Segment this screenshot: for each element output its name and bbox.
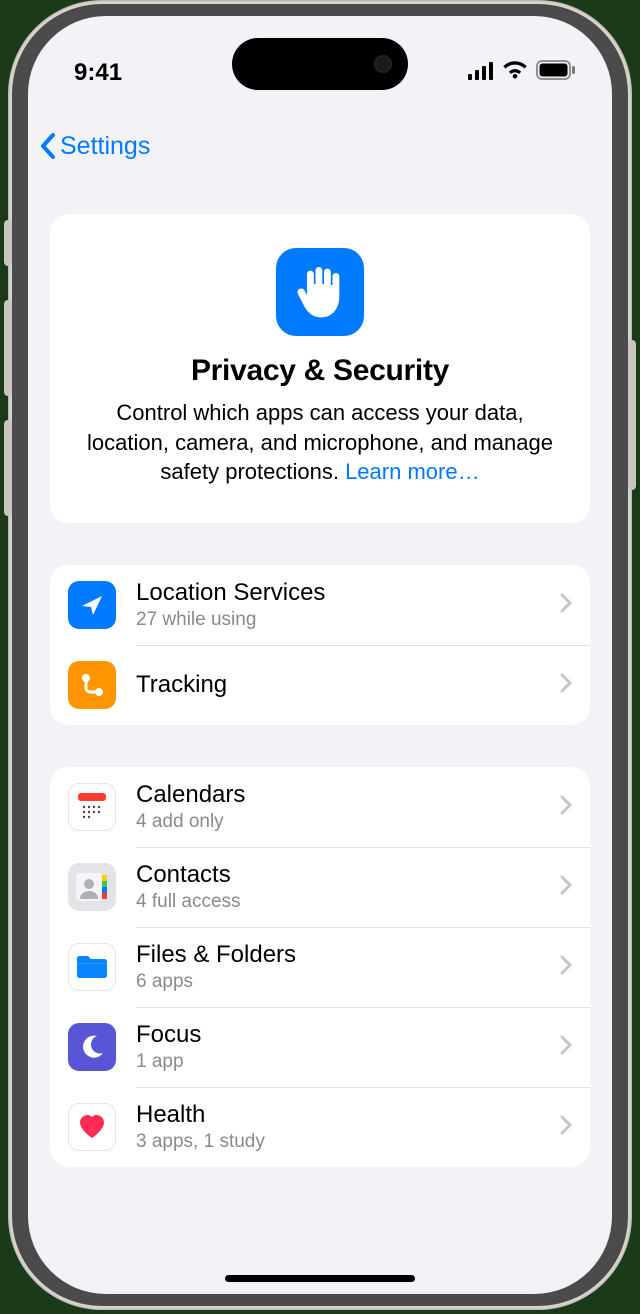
chevron-right-icon	[560, 1115, 572, 1140]
chevron-right-icon	[560, 1035, 572, 1060]
cellular-icon	[468, 59, 494, 87]
row-title: Files & Folders	[136, 941, 560, 970]
chevron-right-icon	[560, 673, 572, 698]
moon-icon	[68, 1023, 116, 1071]
device-frame: 9:41 Settings	[8, 0, 632, 1310]
chevron-right-icon	[560, 593, 572, 618]
row-tracking[interactable]: Tracking	[50, 645, 590, 725]
page-title: Privacy & Security	[78, 354, 562, 388]
learn-more-link[interactable]: Learn more…	[345, 459, 480, 484]
row-calendars[interactable]: Calendars 4 add only	[50, 767, 590, 847]
screen: 9:41 Settings	[28, 16, 612, 1294]
row-files-folders[interactable]: Files & Folders 6 apps	[50, 927, 590, 1007]
power-button	[628, 340, 636, 490]
chevron-right-icon	[560, 955, 572, 980]
group-location: Location Services 27 while using Trackin…	[50, 565, 590, 725]
page-description: Control which apps can access your data,…	[78, 398, 562, 487]
battery-icon	[536, 59, 576, 87]
home-indicator[interactable]	[225, 1275, 415, 1282]
row-location-services[interactable]: Location Services 27 while using	[50, 565, 590, 645]
wifi-icon	[502, 59, 528, 87]
mute-switch	[4, 220, 12, 266]
row-detail: 1 app	[136, 1051, 560, 1073]
volume-up-button	[4, 300, 12, 396]
page-description-text: Control which apps can access your data,…	[87, 400, 553, 484]
row-detail: 27 while using	[136, 609, 560, 631]
row-detail: 4 add only	[136, 811, 560, 833]
status-time: 9:41	[74, 59, 122, 87]
content-scroll[interactable]: Privacy & Security Control which apps ca…	[28, 184, 612, 1294]
chevron-right-icon	[560, 875, 572, 900]
privacy-hand-icon	[276, 248, 364, 336]
volume-down-button	[4, 420, 12, 516]
row-title: Focus	[136, 1021, 560, 1050]
group-data-access: Calendars 4 add only Contacts 4 full acc…	[50, 767, 590, 1167]
row-detail: 3 apps, 1 study	[136, 1131, 560, 1153]
contacts-icon	[68, 863, 116, 911]
row-health[interactable]: Health 3 apps, 1 study	[50, 1087, 590, 1167]
heart-icon	[68, 1103, 116, 1151]
location-arrow-icon	[68, 581, 116, 629]
chevron-right-icon	[560, 795, 572, 820]
row-title: Calendars	[136, 781, 560, 810]
folder-icon	[68, 943, 116, 991]
row-detail: 4 full access	[136, 891, 560, 913]
header-card: Privacy & Security Control which apps ca…	[50, 214, 590, 523]
row-title: Health	[136, 1101, 560, 1130]
back-label: Settings	[60, 132, 150, 161]
row-title: Tracking	[136, 671, 560, 700]
row-focus[interactable]: Focus 1 app	[50, 1007, 590, 1087]
nav-bar: Settings	[28, 120, 612, 172]
back-button[interactable]: Settings	[38, 131, 150, 161]
row-detail: 6 apps	[136, 971, 560, 993]
row-title: Location Services	[136, 579, 560, 608]
status-bar: 9:41	[28, 16, 612, 100]
calendar-icon	[68, 783, 116, 831]
row-contacts[interactable]: Contacts 4 full access	[50, 847, 590, 927]
row-title: Contacts	[136, 861, 560, 890]
tracking-icon	[68, 661, 116, 709]
chevron-left-icon	[38, 131, 58, 161]
